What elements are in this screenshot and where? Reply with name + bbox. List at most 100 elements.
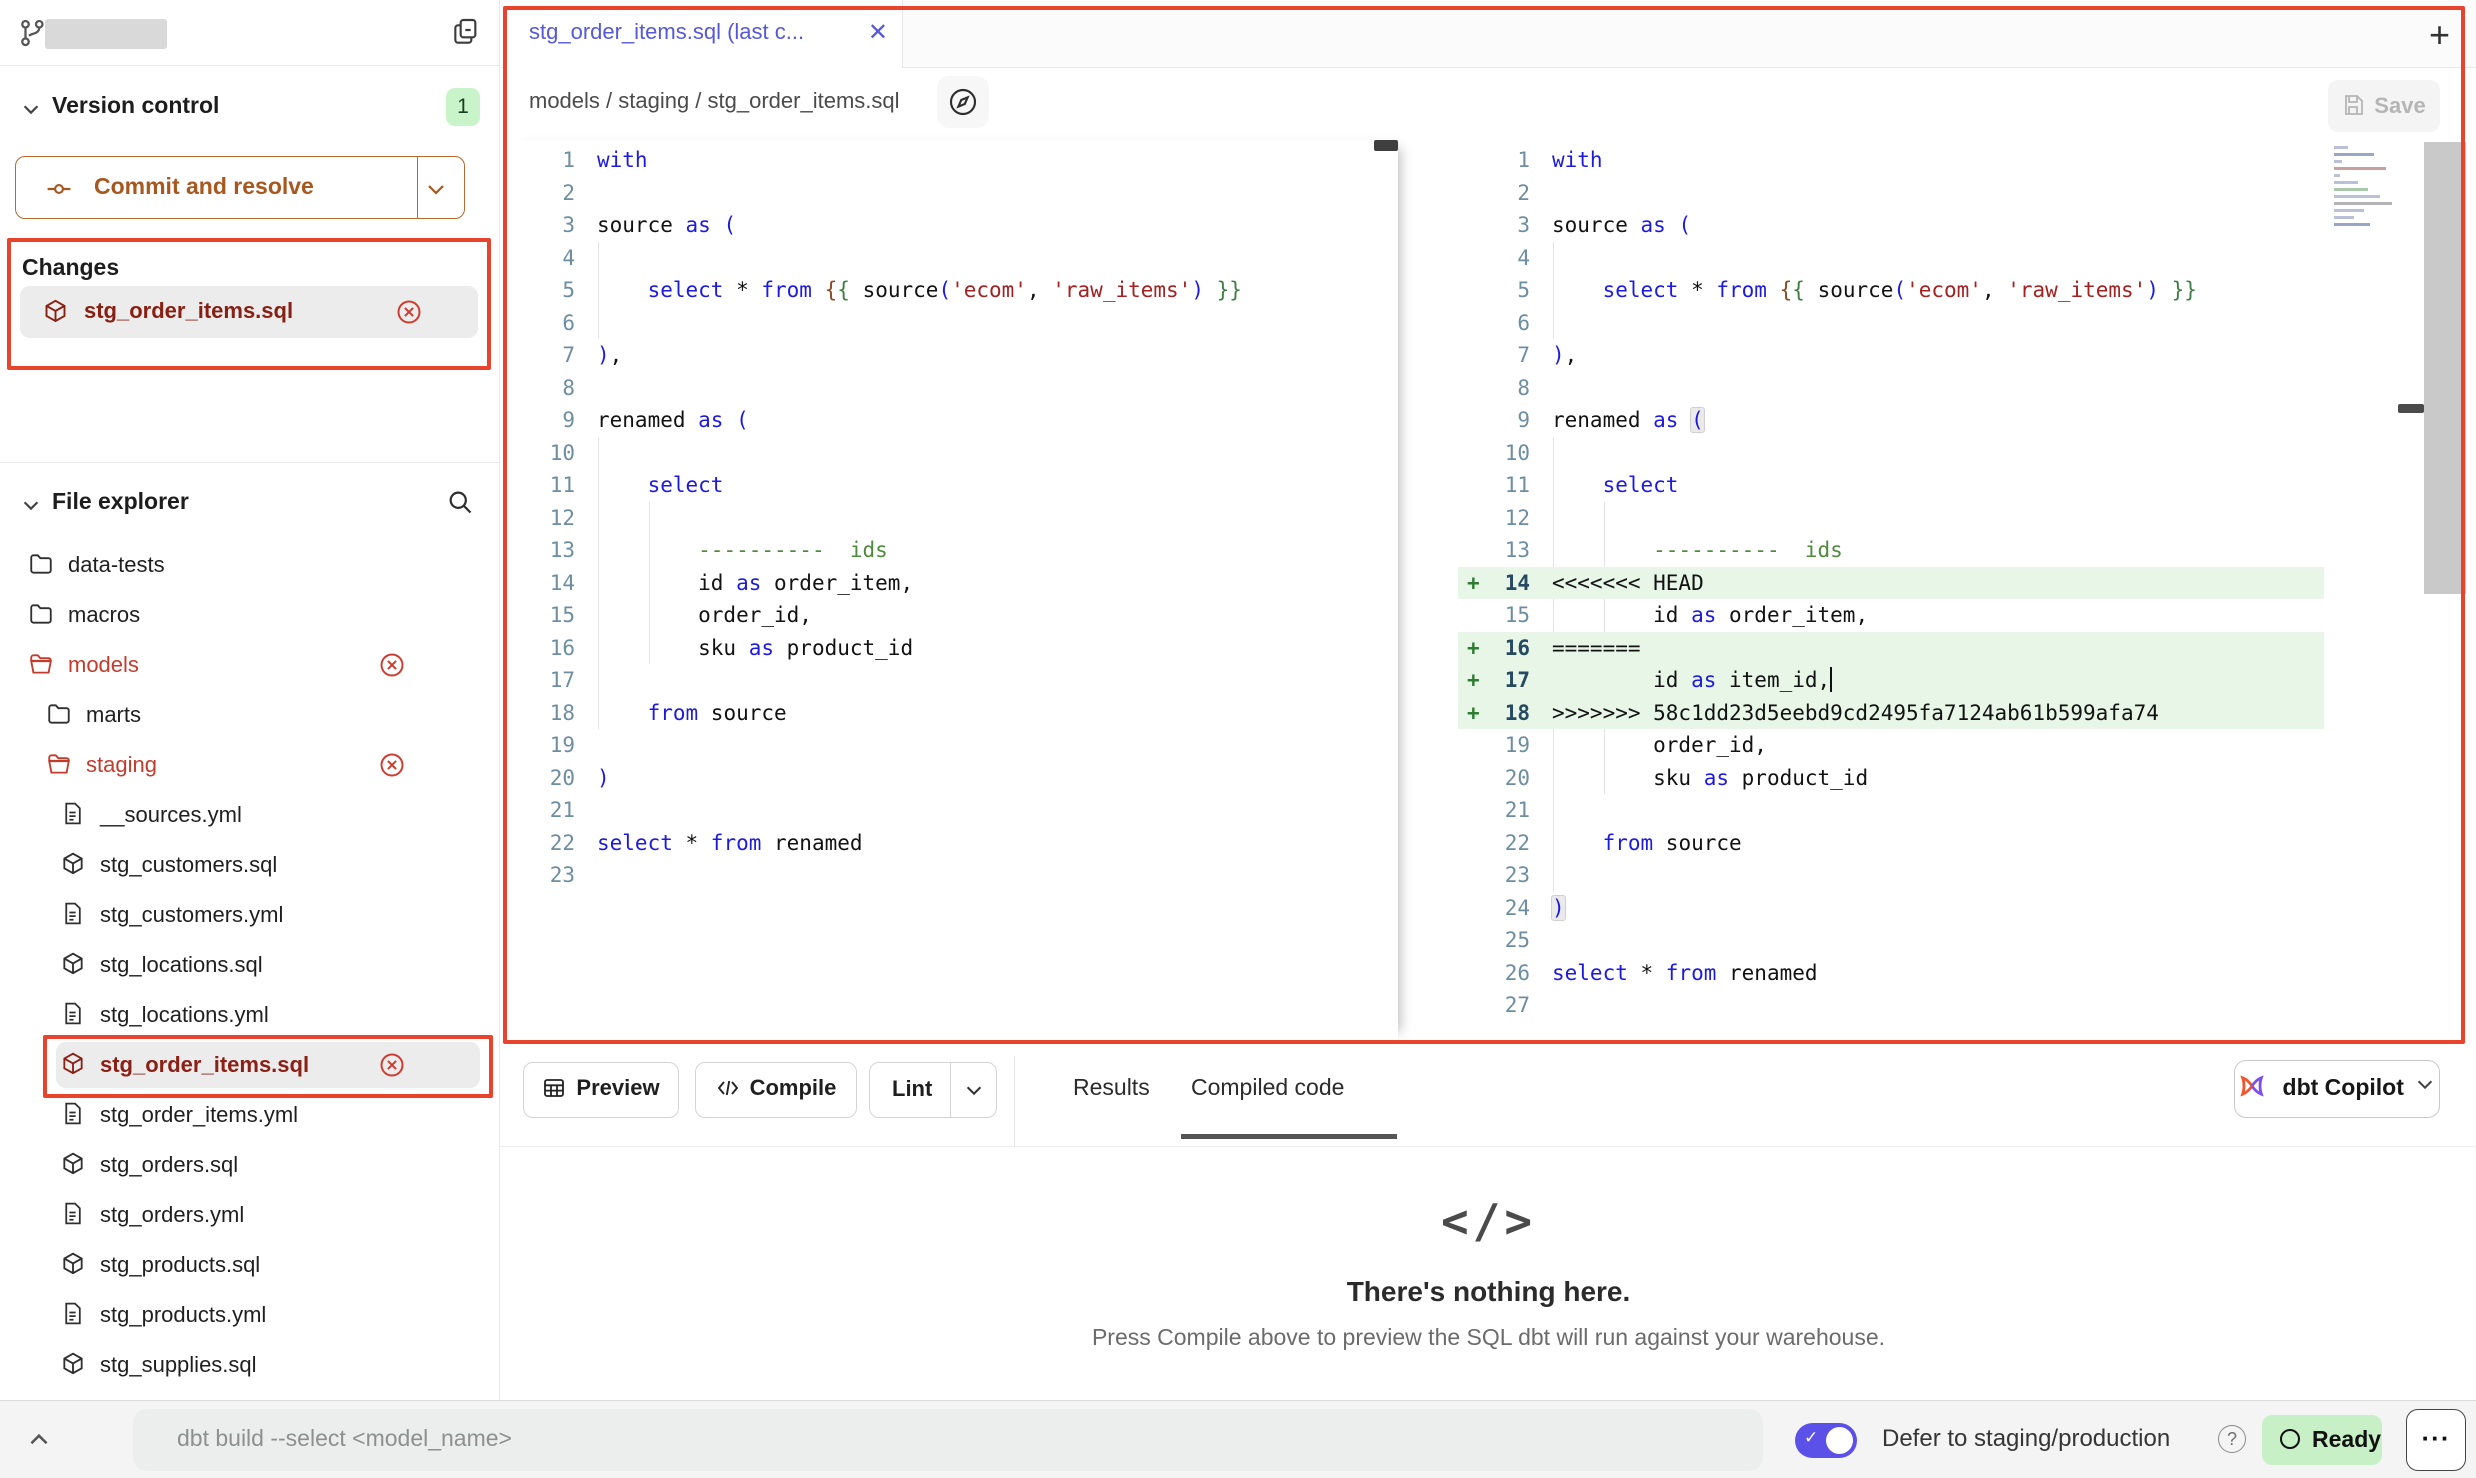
code-line-15[interactable]: 15 id as order_item, bbox=[1458, 599, 2324, 632]
code-line-1[interactable]: 1with bbox=[505, 144, 1398, 177]
save-button[interactable]: Save bbox=[2328, 80, 2440, 132]
chevron-up-icon[interactable] bbox=[26, 1427, 52, 1458]
code-line-5[interactable]: 5 select * from {{ source('ecom', 'raw_i… bbox=[505, 274, 1398, 307]
code-line-2[interactable]: 2 bbox=[1458, 177, 2324, 210]
code-line-15[interactable]: 15 order_id, bbox=[505, 599, 1398, 632]
file-row-stg_orders.yml[interactable]: stg_orders.yml bbox=[0, 1190, 500, 1240]
code-line-12[interactable]: 12 bbox=[1458, 502, 2324, 535]
file-row-stg_order_items.yml[interactable]: stg_order_items.yml bbox=[0, 1090, 500, 1140]
code-line-11[interactable]: 11 select bbox=[1458, 469, 2324, 502]
help-icon[interactable]: ? bbox=[2218, 1425, 2246, 1453]
code-line-4[interactable]: 4 bbox=[505, 242, 1398, 275]
file-row-staging[interactable]: staging bbox=[0, 740, 500, 790]
file-row-stg_products.sql[interactable]: stg_products.sql bbox=[0, 1240, 500, 1290]
tab-compiled-code[interactable]: Compiled code bbox=[1191, 1074, 1344, 1101]
lint-dropdown-chevron-icon[interactable] bbox=[950, 1063, 996, 1117]
git-branch-icon[interactable] bbox=[18, 18, 48, 53]
commit-and-resolve-button[interactable]: Commit and resolve bbox=[15, 156, 465, 219]
editor-scrollbar[interactable] bbox=[2424, 142, 2466, 594]
code-line-8[interactable]: 8 bbox=[1458, 372, 2324, 405]
code-line-20[interactable]: 20 sku as product_id bbox=[1458, 762, 2324, 795]
discard-change-icon[interactable] bbox=[378, 651, 406, 684]
code-line-12[interactable]: 12 bbox=[505, 502, 1398, 535]
preview-button[interactable]: Preview bbox=[523, 1062, 679, 1118]
file-explorer-section-header[interactable]: File explorer bbox=[0, 482, 499, 530]
code-line-9[interactable]: 9renamed as ( bbox=[1458, 404, 2324, 437]
code-line-10[interactable]: 10 bbox=[505, 437, 1398, 470]
file-row-stg_supplies.sql[interactable]: stg_supplies.sql bbox=[0, 1340, 500, 1390]
new-tab-icon[interactable]: + bbox=[2429, 14, 2450, 56]
code-line-17[interactable]: 17 bbox=[505, 664, 1398, 697]
code-line-6[interactable]: 6 bbox=[505, 307, 1398, 340]
code-line-26[interactable]: 26select * from renamed bbox=[1458, 957, 2324, 990]
code-line-3[interactable]: 3source as ( bbox=[1458, 209, 2324, 242]
code-line-3[interactable]: 3source as ( bbox=[505, 209, 1398, 242]
defer-toggle[interactable]: ✓ bbox=[1795, 1423, 1857, 1458]
lineage-compass-icon[interactable] bbox=[937, 76, 989, 128]
commit-dropdown-chevron-icon[interactable] bbox=[424, 177, 448, 206]
lint-button[interactable]: Lint bbox=[869, 1062, 997, 1118]
code-editor-original[interactable]: 1with23source as (45 select * from {{ so… bbox=[505, 140, 1398, 1040]
code-line-22[interactable]: 22 from source bbox=[1458, 827, 2324, 860]
code-line-18[interactable]: 18 from source bbox=[505, 697, 1398, 730]
code-line-8[interactable]: 8 bbox=[505, 372, 1398, 405]
code-line-22[interactable]: 22select * from renamed bbox=[505, 827, 1398, 860]
code-line-27[interactable]: 27 bbox=[1458, 989, 2324, 1022]
code-line-1[interactable]: 1with bbox=[1458, 144, 2324, 177]
file-row-data-tests[interactable]: data-tests bbox=[0, 540, 500, 590]
copy-icon[interactable] bbox=[450, 16, 482, 53]
scrollbar-handle[interactable] bbox=[2398, 404, 2424, 413]
file-row-stg_locations.sql[interactable]: stg_locations.sql bbox=[0, 940, 500, 990]
code-line-21[interactable]: 21 bbox=[1458, 794, 2324, 827]
code-line-16[interactable]: 16 sku as product_id bbox=[505, 632, 1398, 665]
ready-status-badge[interactable]: Ready bbox=[2262, 1415, 2382, 1465]
code-line-13[interactable]: 13 ---------- ids bbox=[1458, 534, 2324, 567]
file-row-marts[interactable]: marts bbox=[0, 690, 500, 740]
file-row-models[interactable]: models bbox=[0, 640, 500, 690]
discard-change-icon[interactable] bbox=[395, 298, 423, 331]
code-line-14[interactable]: +14<<<<<<< HEAD bbox=[1458, 567, 2324, 600]
code-line-17[interactable]: +17 id as item_id, bbox=[1458, 664, 2324, 697]
file-row-stg_orders.sql[interactable]: stg_orders.sql bbox=[0, 1140, 500, 1190]
code-line-20[interactable]: 20) bbox=[505, 762, 1398, 795]
tab-stg-order-items[interactable]: stg_order_items.sql (last c... ✕ bbox=[505, 0, 903, 68]
code-line-13[interactable]: 13 ---------- ids bbox=[505, 534, 1398, 567]
code-line-25[interactable]: 25 bbox=[1458, 924, 2324, 957]
minimap[interactable] bbox=[2334, 146, 2396, 292]
code-line-5[interactable]: 5 select * from {{ source('ecom', 'raw_i… bbox=[1458, 274, 2324, 307]
file-row-stg_customers.yml[interactable]: stg_customers.yml bbox=[0, 890, 500, 940]
search-icon[interactable] bbox=[446, 488, 474, 521]
code-line-23[interactable]: 23 bbox=[1458, 859, 2324, 892]
code-line-19[interactable]: 19 order_id, bbox=[1458, 729, 2324, 762]
changed-file-row[interactable]: stg_order_items.sql bbox=[20, 286, 478, 338]
code-line-18[interactable]: +18>>>>>>> 58c1dd23d5eebd9cd2495fa7124ab… bbox=[1458, 697, 2324, 730]
code-line-2[interactable]: 2 bbox=[505, 177, 1398, 210]
code-line-11[interactable]: 11 select bbox=[505, 469, 1398, 502]
code-line-9[interactable]: 9renamed as ( bbox=[505, 404, 1398, 437]
code-line-21[interactable]: 21 bbox=[505, 794, 1398, 827]
code-line-24[interactable]: 24) bbox=[1458, 892, 2324, 925]
code-line-6[interactable]: 6 bbox=[1458, 307, 2324, 340]
code-line-4[interactable]: 4 bbox=[1458, 242, 2324, 275]
code-line-7[interactable]: 7), bbox=[505, 339, 1398, 372]
compile-button[interactable]: Compile bbox=[695, 1062, 857, 1118]
code-editor-diff[interactable]: 1with23source as (45 select * from {{ so… bbox=[1458, 140, 2324, 1040]
dbt-command-input[interactable]: dbt build --select <model_name> bbox=[133, 1409, 1763, 1471]
discard-change-icon[interactable] bbox=[378, 1051, 406, 1084]
code-line-10[interactable]: 10 bbox=[1458, 437, 2324, 470]
file-row-macros[interactable]: macros bbox=[0, 590, 500, 640]
code-line-19[interactable]: 19 bbox=[505, 729, 1398, 762]
close-tab-icon[interactable]: ✕ bbox=[868, 18, 888, 47]
code-line-7[interactable]: 7), bbox=[1458, 339, 2324, 372]
dbt-copilot-button[interactable]: dbt Copilot bbox=[2234, 1060, 2440, 1118]
file-row-stg_customers.sql[interactable]: stg_customers.sql bbox=[0, 840, 500, 890]
discard-change-icon[interactable] bbox=[378, 751, 406, 784]
file-row-stg_locations.yml[interactable]: stg_locations.yml bbox=[0, 990, 500, 1040]
tab-results[interactable]: Results bbox=[1073, 1074, 1150, 1101]
code-line-23[interactable]: 23 bbox=[505, 859, 1398, 892]
code-line-14[interactable]: 14 id as order_item, bbox=[505, 567, 1398, 600]
more-options-button[interactable]: ··· bbox=[2406, 1409, 2466, 1471]
version-control-section-header[interactable]: Version control 1 bbox=[0, 86, 499, 130]
file-row-__sources.yml[interactable]: __sources.yml bbox=[0, 790, 500, 840]
left-pane-scrollbar-thumb[interactable] bbox=[1374, 140, 1398, 151]
